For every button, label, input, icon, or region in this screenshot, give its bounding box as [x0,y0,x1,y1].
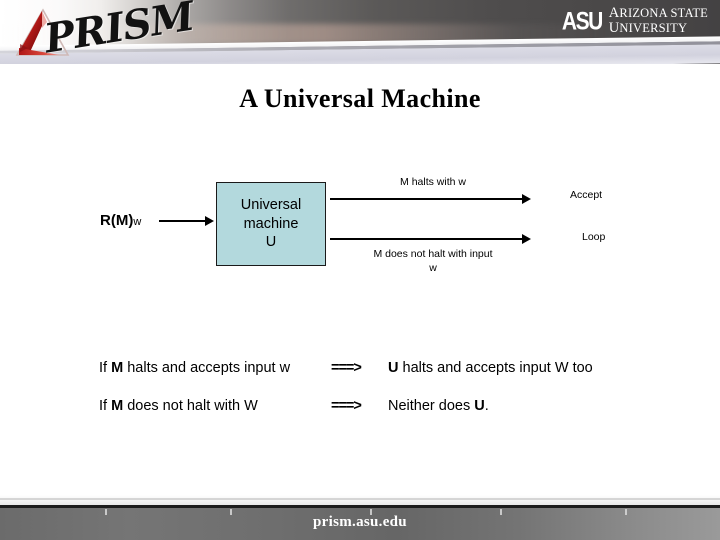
bottom-branch-label: M does not halt with input w [348,248,518,275]
top-branch-label: M halts with w [400,176,466,188]
top-arrow-line [330,198,524,200]
impl2-right-prefix: Neither does [388,398,475,414]
bottom-branch-label-line2: w [429,261,437,274]
input-label-sub: w [133,216,142,228]
bottom-outcome-label: Loop [582,231,606,243]
impl2-prefix: If [99,398,112,414]
impl1-prefix: If [99,360,112,376]
impl1-bold-u: U [388,360,399,376]
footer-upper-strip [0,495,720,505]
footer-top-rule [0,505,720,508]
universal-machine-box: Universal machine U [216,182,326,266]
bottom-branch-label-line1: M does not halt with input [373,248,493,260]
input-label: R(M)w [100,212,141,229]
implication-2-arrow: ===> [331,398,362,414]
implication-1-consequent: U halts and accepts input W too [388,360,593,376]
impl2-right-rest: . [484,398,489,414]
box-line-3: U [265,234,277,251]
impl1-bold-m: M [111,360,124,376]
bottom-arrow-head [522,234,531,244]
top-outcome-label: Accept [570,189,603,201]
input-arrow-line [159,220,207,222]
implication-1-arrow: ===> [331,360,362,376]
input-arrow-head [205,216,214,226]
footer-bar: prism.asu.edu [0,505,720,540]
impl2-rest: does not halt with W [123,398,258,414]
footer-url: prism.asu.edu [313,514,407,530]
bottom-arrow-line [330,238,524,240]
box-line-1: Universal [240,197,302,214]
box-line-2: machine [243,215,299,232]
slide-canvas: PRISM ASU ARIZONA STATE UNIVERSITY A Uni… [0,0,720,540]
implication-2-antecedent: If M does not halt with W [99,398,258,414]
top-arrow-head [522,194,531,204]
impl1-right-rest: halts and accepts input W too [398,360,593,376]
implication-2-consequent: Neither does U. [388,398,489,414]
impl2-bold-u: U [474,398,485,414]
footer-upper-hairline [0,498,720,500]
implication-1-antecedent: If M halts and accepts input w [99,360,290,376]
universal-machine-diagram: R(M)w Universal machine U M halts with w… [0,0,720,540]
input-label-main: R(M) [100,212,134,229]
impl2-bold-m: M [111,398,124,414]
impl1-rest: halts and accepts input w [123,360,291,376]
